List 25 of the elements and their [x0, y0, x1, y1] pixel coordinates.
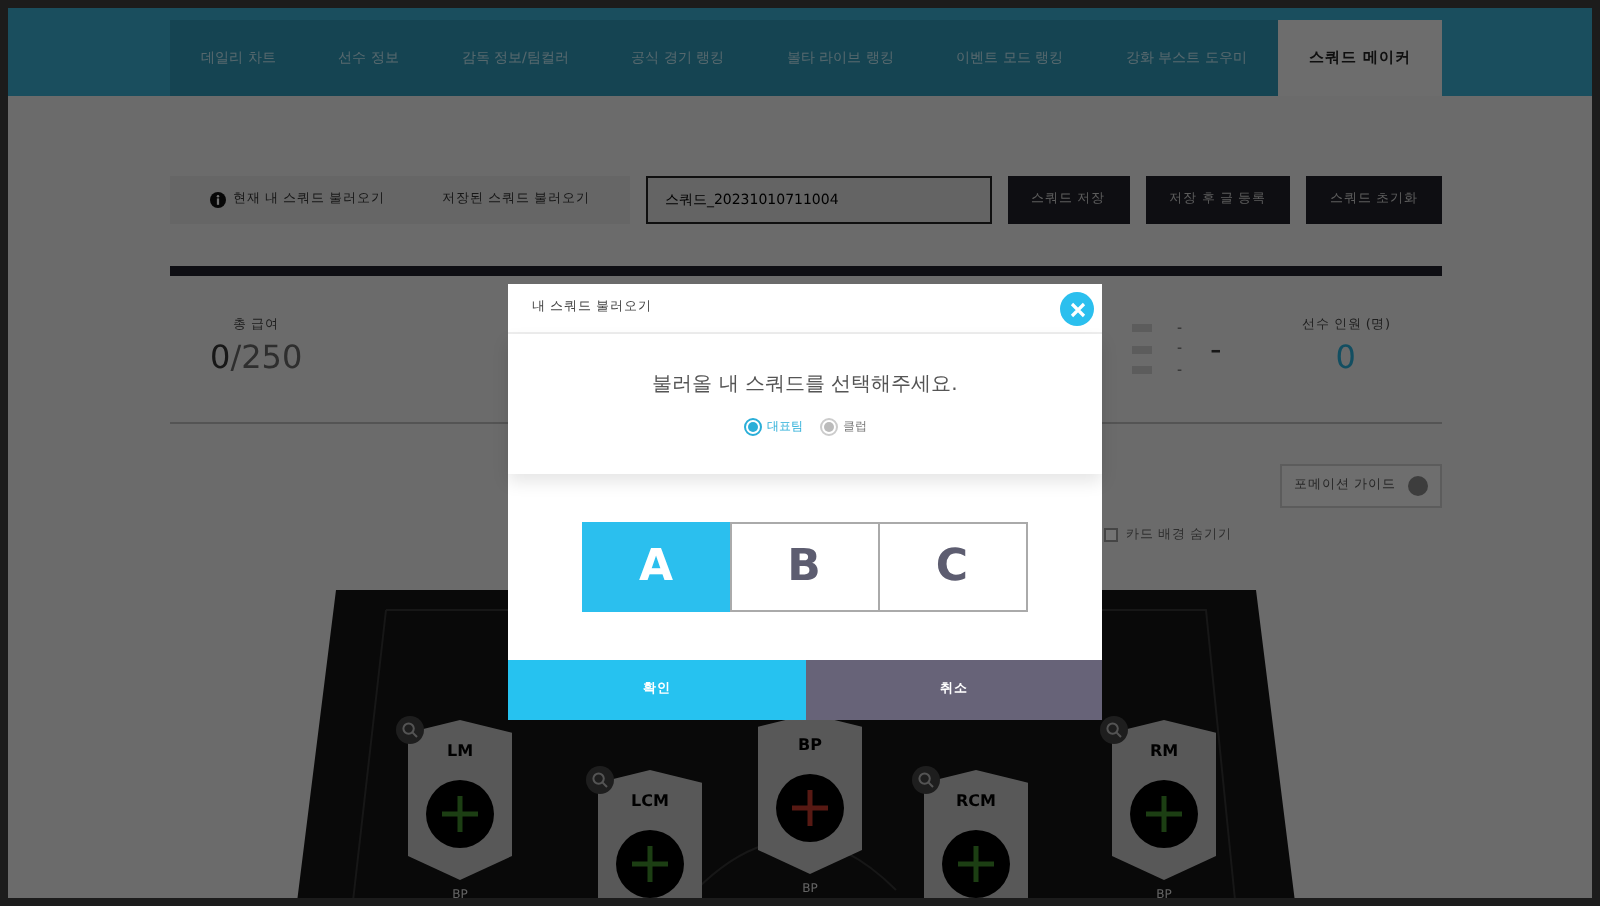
position-label: LCM [629, 790, 671, 814]
checkbox[interactable] [1103, 528, 1118, 543]
info-icon [210, 192, 227, 208]
close-button[interactable] [1060, 292, 1094, 326]
search-icon[interactable] [912, 766, 940, 794]
search-icon[interactable] [1100, 716, 1128, 744]
search-icon[interactable] [396, 716, 424, 744]
close-icon [1069, 301, 1085, 317]
plus-icon [792, 790, 828, 826]
squad-slot-button[interactable]: B [729, 522, 879, 612]
stat-value: - [1210, 327, 1222, 371]
squad-slot-button[interactable]: A [581, 522, 731, 612]
search-icon[interactable] [586, 766, 614, 794]
plus-icon [1146, 796, 1182, 832]
squad-slot-button[interactable]: C [877, 522, 1027, 612]
position-label: RM [1147, 740, 1181, 764]
player-count: 0 [1333, 336, 1358, 381]
position-label: BP [796, 734, 824, 758]
plus-icon [442, 796, 478, 832]
plus-icon [958, 846, 994, 882]
salary-value: 0/250 [210, 336, 303, 381]
position-label: LM [444, 740, 476, 764]
position-label: RCM [954, 790, 998, 814]
plus-icon [632, 846, 668, 882]
dialog-message: 불러올 내 스쿼드를 선택해주세요. [650, 372, 960, 400]
